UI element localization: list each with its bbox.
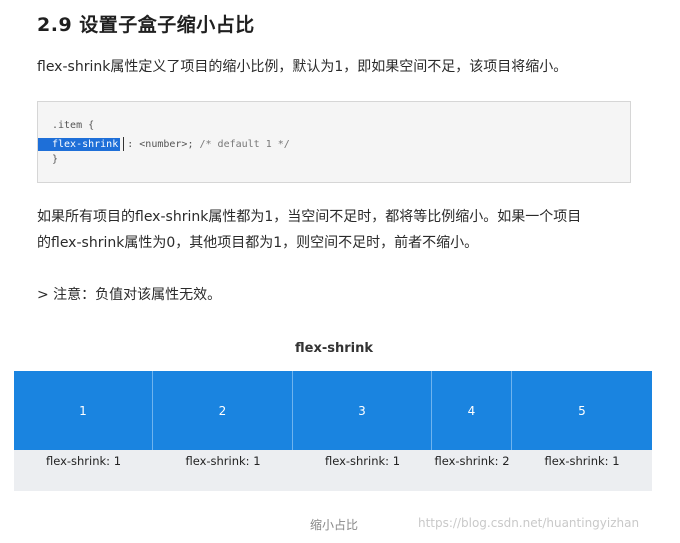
flex-item-label: flex-shrink: 1	[185, 454, 261, 468]
flex-item-box: 1	[14, 371, 153, 450]
flex-item-box: 5	[512, 371, 652, 450]
code-block: .item { flex-shrink : <number>; /* defaul…	[37, 101, 631, 183]
code-line-close: }	[52, 154, 59, 165]
flex-item-5: 5 flex-shrink: 1	[512, 371, 652, 468]
description-line-1: 如果所有项目的flex-shrink属性都为1，当空间不足时，都将等比例缩小。如…	[37, 209, 582, 225]
flex-item-label: flex-shrink: 1	[544, 454, 620, 468]
selected-text[interactable]: flex-shrink	[38, 138, 121, 151]
figure-title: flex-shrink	[295, 341, 373, 356]
note-paragraph: > 注意：负值对该属性无效。	[37, 287, 222, 303]
watermark: https://blog.csdn.net/huantingyizhan	[418, 516, 640, 530]
flex-item-box: 2	[153, 371, 293, 450]
flex-item-box: 3	[293, 371, 432, 450]
section-heading: 2.9 设置子盒子缩小占比	[37, 14, 255, 36]
flex-item-label: flex-shrink: 2	[434, 454, 510, 468]
flex-item-2: 2 flex-shrink: 1	[153, 371, 293, 468]
code-value: : <number>;	[127, 139, 200, 150]
description-paragraph: 如果所有项目的flex-shrink属性都为1，当空间不足时，都将等比例缩小。如…	[37, 204, 581, 256]
intro-paragraph: flex-shrink属性定义了项目的缩小比例，默认为1，即如果空间不足，该项目…	[37, 59, 568, 75]
flex-item-label: flex-shrink: 1	[45, 454, 122, 468]
description-line-2: 的flex-shrink属性为0，其他项目都为1，则空间不足时，前者不缩小。	[37, 235, 479, 251]
flex-item-box: 4	[432, 371, 512, 450]
code-line-property: flex-shrink : <number>; /* default 1 */	[38, 137, 290, 151]
text-cursor-icon	[123, 137, 125, 151]
code-comment: /* default 1 */	[199, 139, 290, 150]
flex-item-4: 4 flex-shrink: 2	[432, 371, 512, 468]
flex-item-1: 1 flex-shrink: 1	[14, 371, 153, 468]
flex-shrink-figure: 1 flex-shrink: 1 2 flex-shrink: 1 3 flex…	[14, 371, 652, 491]
flex-item-3: 3 flex-shrink: 1	[293, 371, 432, 468]
flex-item-label: flex-shrink: 1	[324, 454, 401, 468]
code-line-selector: .item {	[52, 120, 95, 131]
